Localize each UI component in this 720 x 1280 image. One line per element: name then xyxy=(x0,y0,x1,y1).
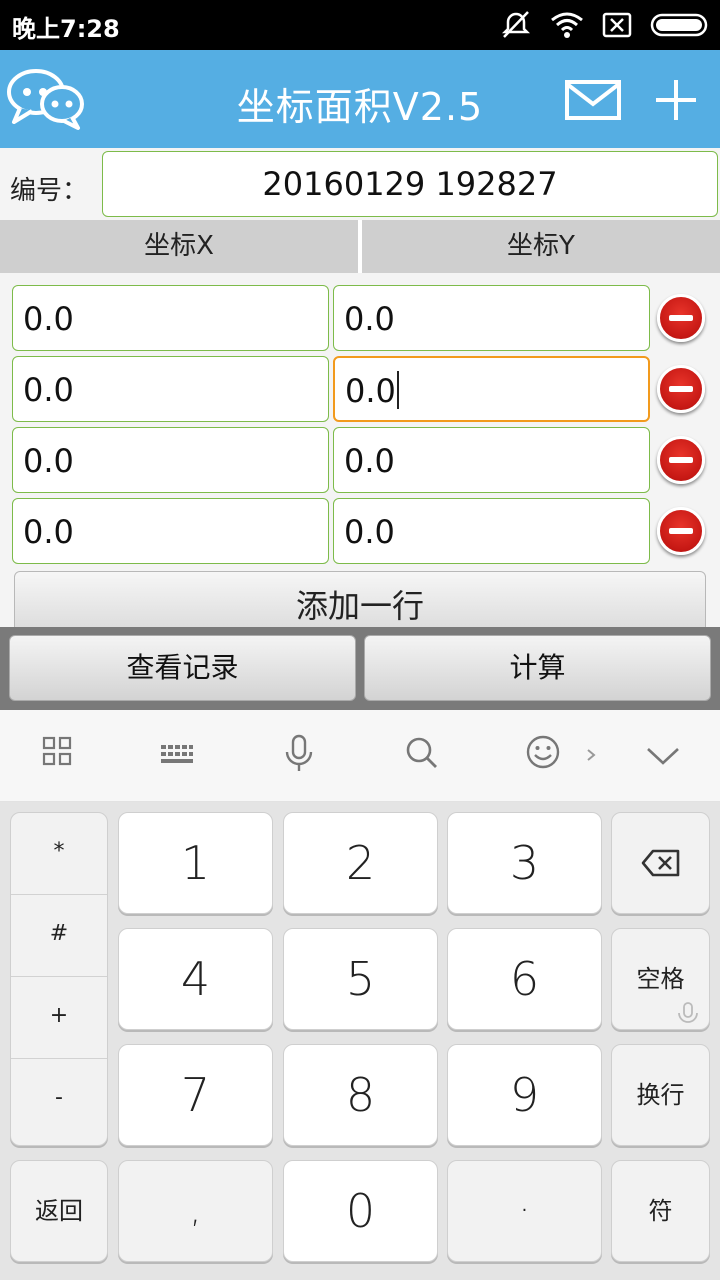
mini-microphone-icon xyxy=(678,1002,698,1023)
y-input-value: 0.0 xyxy=(345,372,396,410)
x-input[interactable]: 0.0 xyxy=(12,356,329,422)
key-5[interactable]: 5 xyxy=(283,928,438,1030)
status-bar: 晚上7:28 xyxy=(0,0,720,50)
battery-icon xyxy=(650,13,708,37)
keyboard-layout-icon[interactable] xyxy=(160,743,194,767)
view-records-button[interactable]: 查看记录 xyxy=(9,635,356,701)
column-header-x: 坐标X xyxy=(144,231,214,261)
wifi-icon xyxy=(551,12,583,38)
add-row-button[interactable]: 添加一行 xyxy=(14,571,706,627)
key-7[interactable]: 7 xyxy=(118,1044,273,1146)
id-row: 编号： 20160129 192827 xyxy=(0,148,720,220)
back-key[interactable]: 返回 xyxy=(10,1160,108,1262)
mail-icon[interactable] xyxy=(565,80,621,120)
plus-icon[interactable] xyxy=(654,78,698,122)
symbol-column: * # + - xyxy=(10,812,108,1146)
keyboard-toolbar xyxy=(0,710,720,802)
delete-row-icon[interactable] xyxy=(657,294,705,342)
column-headers: 坐标X 坐标Y xyxy=(0,220,720,273)
coordinate-list: 0.0 0.0 0.0 0.0 0.0 0.0 0.0 0.0 添加一行 xyxy=(0,273,720,627)
app-bar: 坐标面积V2.5 xyxy=(0,50,720,148)
status-time: 晚上7:28 xyxy=(12,15,120,43)
space-key[interactable]: 空格 xyxy=(611,928,710,1030)
y-input[interactable]: 0.0 xyxy=(333,285,650,351)
key-comma[interactable]: , xyxy=(118,1160,273,1262)
chevron-right-icon[interactable] xyxy=(586,748,596,762)
backspace-icon xyxy=(641,849,680,877)
y-input-focused[interactable]: 0.0 xyxy=(333,356,650,422)
x-input[interactable]: 0.0 xyxy=(12,427,329,493)
y-input[interactable]: 0.0 xyxy=(333,427,650,493)
key-hash[interactable]: # xyxy=(11,895,107,977)
emoji-icon[interactable] xyxy=(525,734,561,770)
key-minus[interactable]: - xyxy=(11,1059,107,1141)
key-4[interactable]: 4 xyxy=(118,928,273,1030)
column-header-y: 坐标Y xyxy=(507,231,575,261)
key-6[interactable]: 6 xyxy=(447,928,602,1030)
chevron-down-icon[interactable] xyxy=(646,746,680,766)
vibrate-off-icon xyxy=(501,11,531,38)
key-8[interactable]: 8 xyxy=(283,1044,438,1146)
newline-key[interactable]: 换行 xyxy=(611,1044,710,1146)
delete-row-icon[interactable] xyxy=(657,507,705,555)
backspace-key[interactable] xyxy=(611,812,710,914)
x-input[interactable]: 0.0 xyxy=(12,285,329,351)
key-plus[interactable]: + xyxy=(11,977,107,1059)
key-2[interactable]: 2 xyxy=(283,812,438,914)
key-3[interactable]: 3 xyxy=(447,812,602,914)
id-label: 编号： xyxy=(10,176,89,206)
status-icons xyxy=(500,10,708,40)
symbol-key[interactable]: 符 xyxy=(611,1160,710,1262)
search-icon[interactable] xyxy=(405,736,439,770)
space-key-label: 空格 xyxy=(636,965,685,993)
y-input[interactable]: 0.0 xyxy=(333,498,650,564)
key-asterisk[interactable]: * xyxy=(11,813,107,895)
key-9[interactable]: 9 xyxy=(447,1044,602,1146)
action-bar: 查看记录 计算 xyxy=(0,627,720,710)
x-input[interactable]: 0.0 xyxy=(12,498,329,564)
calculate-button[interactable]: 计算 xyxy=(364,635,711,701)
grid-menu-icon[interactable] xyxy=(42,736,72,766)
text-cursor xyxy=(396,371,399,409)
key-dot[interactable]: · xyxy=(447,1160,602,1262)
key-1[interactable]: 1 xyxy=(118,812,273,914)
key-0[interactable]: 0 xyxy=(283,1160,438,1262)
no-sim-icon xyxy=(602,12,632,38)
numeric-keyboard: * # + - 1 2 3 4 5 6 空格 7 8 9 换行 返回 , 0 ·… xyxy=(0,802,720,1280)
delete-row-icon[interactable] xyxy=(657,365,705,413)
delete-row-icon[interactable] xyxy=(657,436,705,484)
microphone-icon[interactable] xyxy=(283,734,315,774)
id-field[interactable]: 20160129 192827 xyxy=(102,151,718,217)
